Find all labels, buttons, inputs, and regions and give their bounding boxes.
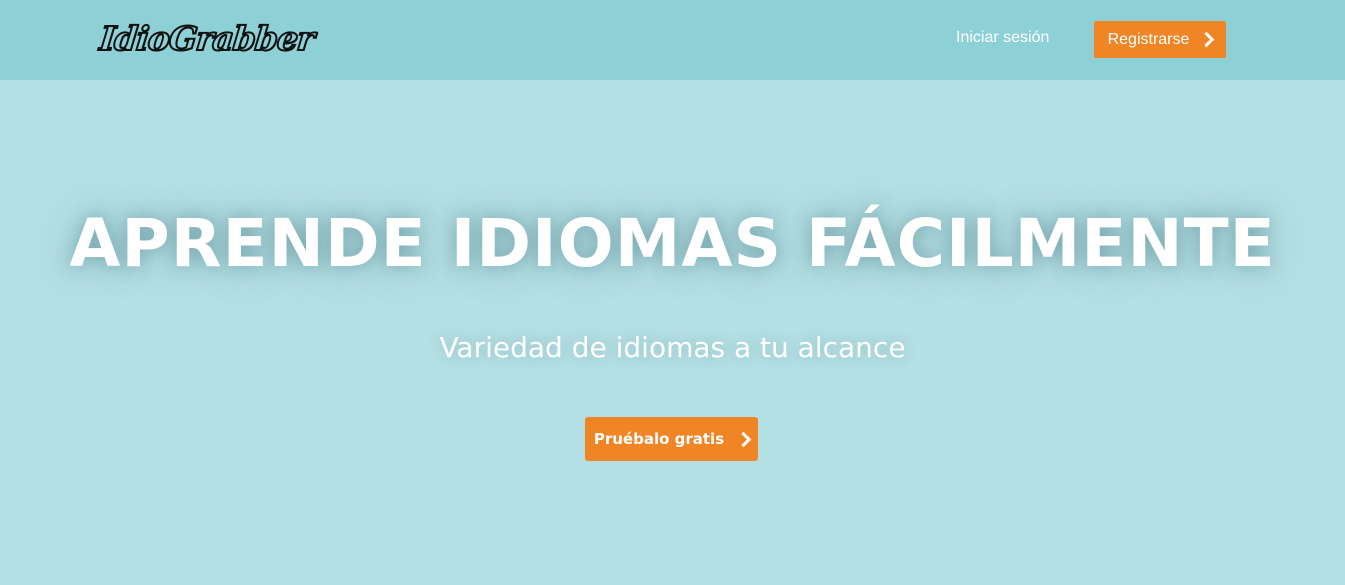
register-button-label: Registrarse (1107, 30, 1190, 48)
logo[interactable]: IdioGrabber (97, 18, 317, 59)
login-link[interactable]: Iniciar sesión (956, 29, 1049, 47)
try-free-button[interactable]: Pruébalo gratis (585, 417, 758, 461)
top-navbar: IdioGrabber Iniciar sesión Registrarse (0, 0, 1345, 80)
chevron-right-icon (735, 431, 752, 447)
hero-subtitle: Variedad de idiomas a tu alcance (439, 331, 906, 364)
chevron-right-icon (1199, 31, 1215, 48)
logo-text: IdioGrabber (97, 18, 317, 59)
register-button[interactable]: Registrarse (1094, 21, 1226, 58)
try-free-button-label: Pruébalo gratis (593, 430, 725, 448)
hero-title: APRENDE IDIOMAS FÁCILMENTE (69, 205, 1276, 282)
